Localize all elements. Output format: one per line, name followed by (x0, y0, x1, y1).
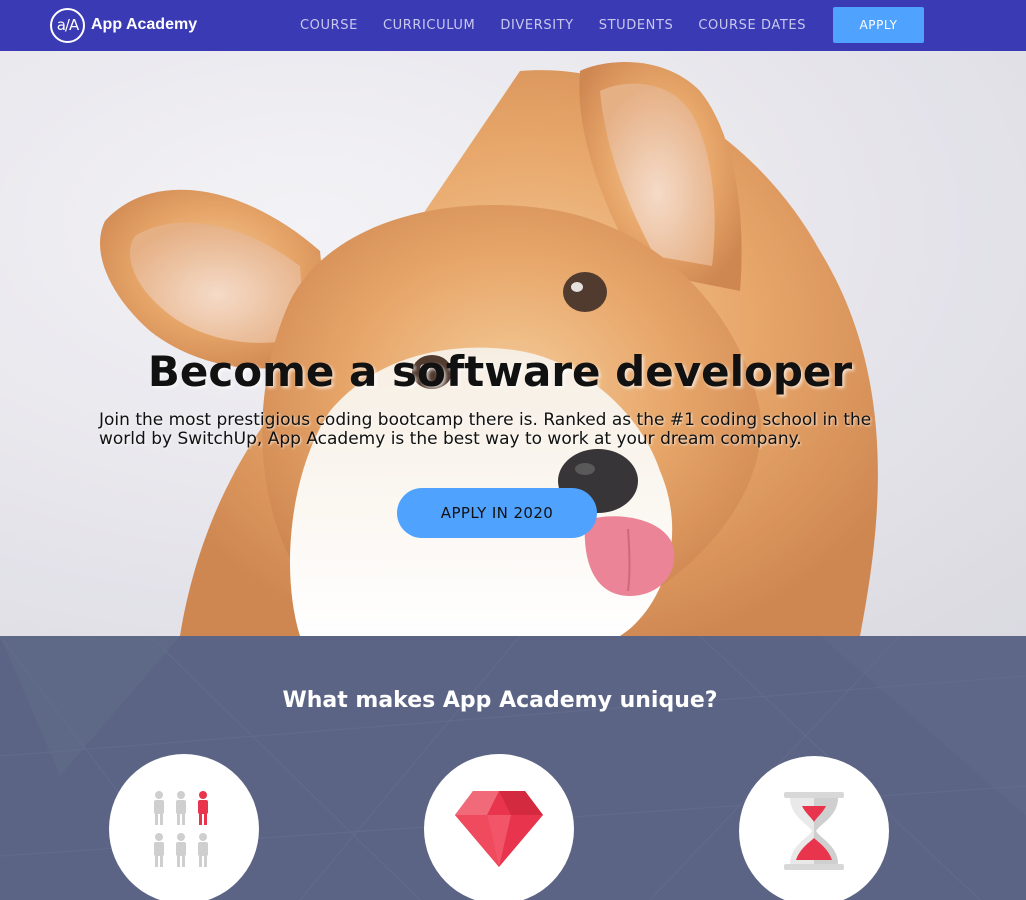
hero-title: Become a software developer (147, 347, 853, 396)
ruby-gem-icon (455, 791, 543, 867)
feature-card-ruby[interactable] (424, 754, 574, 900)
logo-text: App Academy (91, 16, 198, 33)
nav-link-course-dates[interactable]: COURSE DATES (698, 18, 806, 33)
nav-link-diversity[interactable]: DIVERSITY (500, 18, 573, 33)
apply-in-2020-button[interactable]: APPLY IN 2020 (397, 488, 597, 538)
hero-subtitle: Join the most prestigious coding bootcam… (99, 411, 919, 449)
feature-card-people[interactable] (109, 754, 259, 900)
nav-apply-button[interactable]: APPLY (833, 7, 924, 43)
corgi-dog-photo (0, 51, 1026, 636)
hero-section: Become a software developer Join the mos… (0, 51, 1026, 636)
people-group-icon (154, 791, 208, 867)
hero-subtitle-line-1: Join the most prestigious coding bootcam… (99, 410, 872, 430)
unique-section-title: What makes App Academy unique? (282, 688, 718, 713)
hourglass-icon (784, 792, 844, 870)
nav-link-curriculum[interactable]: CURRICULUM (383, 18, 475, 33)
top-navbar: a/A App Academy COURSE CURRICULUM DIVERS… (0, 0, 1026, 51)
unique-section: What makes App Academy unique? (0, 636, 1026, 900)
nav-links: COURSE CURRICULUM DIVERSITY STUDENTS COU… (300, 0, 831, 51)
nav-link-course[interactable]: COURSE (300, 18, 358, 33)
nav-link-students[interactable]: STUDENTS (599, 18, 674, 33)
logo[interactable]: a/A App Academy (50, 7, 197, 43)
feature-card-hourglass[interactable] (739, 756, 889, 900)
logo-mark-icon: a/A (50, 7, 85, 43)
hero-subtitle-line-2: world by SwitchUp, App Academy is the be… (99, 429, 802, 449)
